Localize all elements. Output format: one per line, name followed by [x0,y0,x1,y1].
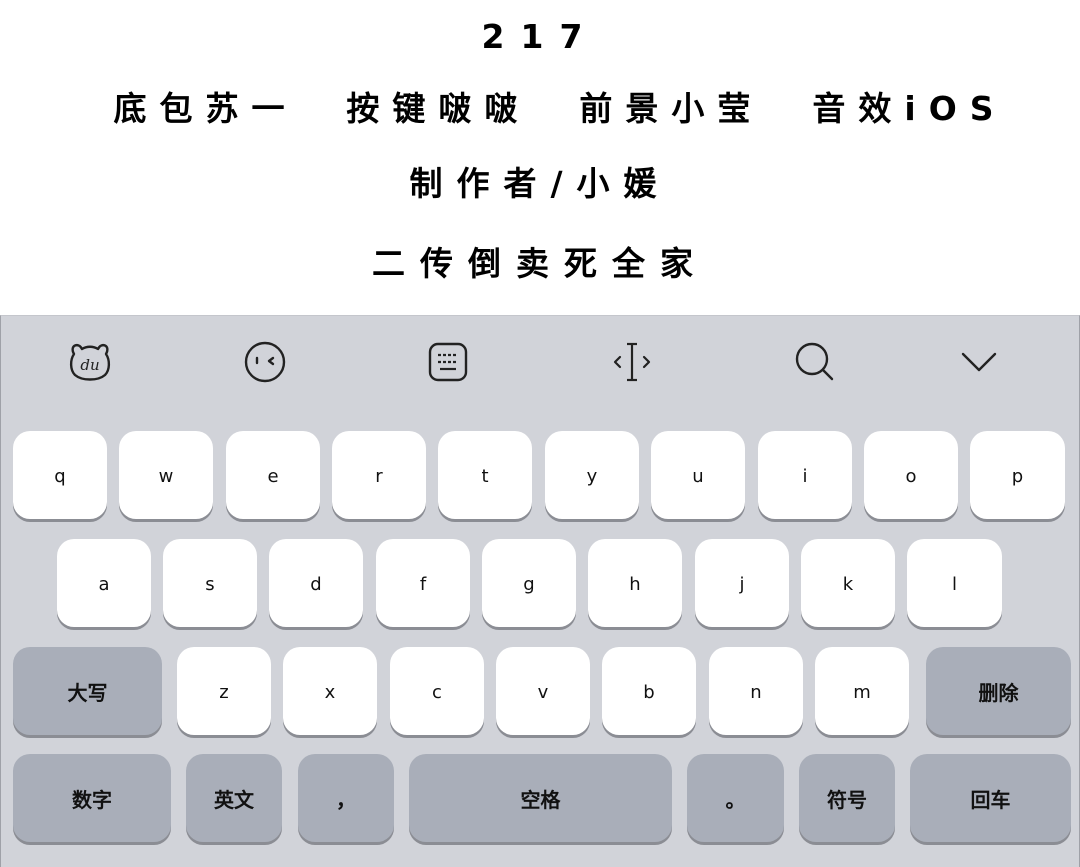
period-key[interactable]: 。 [687,754,784,842]
key-i[interactable]: i [758,431,852,519]
key-m[interactable]: m [815,647,909,735]
cursor-move-icon[interactable] [604,334,660,390]
numbers-key[interactable]: 数字 [13,754,171,842]
key-o[interactable]: o [864,431,958,519]
symbols-key[interactable]: 符号 [799,754,895,842]
enter-key[interactable]: 回车 [910,754,1071,842]
emoji-face-icon[interactable] [237,334,293,390]
key-c[interactable]: c [390,647,484,735]
keyboard: du q w e r t y u i o p a s d f g h j k l… [0,315,1080,867]
search-icon[interactable] [787,334,843,390]
key-k[interactable]: k [801,539,895,627]
keyboard-layout-icon[interactable] [420,334,476,390]
space-key[interactable]: 空格 [409,754,672,842]
delete-key[interactable]: 删除 [926,647,1071,735]
key-r[interactable]: r [332,431,426,519]
key-s[interactable]: s [163,539,257,627]
key-b[interactable]: b [602,647,696,735]
key-h[interactable]: h [588,539,682,627]
author-line: 制作者/小媛 [409,164,671,203]
key-j[interactable]: j [695,539,789,627]
keyboard-toolbar: du [1,316,1079,411]
number-title: 217 [481,17,599,56]
baidu-bear-icon[interactable]: du [62,334,118,390]
comma-key[interactable]: ， [298,754,394,842]
key-f[interactable]: f [376,539,470,627]
key-g[interactable]: g [482,539,576,627]
key-a[interactable]: a [57,539,151,627]
key-p[interactable]: p [970,431,1065,519]
key-u[interactable]: u [651,431,745,519]
key-v[interactable]: v [496,647,590,735]
key-w[interactable]: w [119,431,213,519]
bear-du-text: du [80,356,99,374]
key-z[interactable]: z [177,647,271,735]
credits-line: 底包苏一 按键啵啵 前景小莹 音效iOS [113,89,1007,128]
key-y[interactable]: y [545,431,639,519]
key-l[interactable]: l [907,539,1002,627]
key-q[interactable]: q [13,431,107,519]
key-d[interactable]: d [269,539,363,627]
key-t[interactable]: t [438,431,532,519]
key-x[interactable]: x [283,647,377,735]
key-e[interactable]: e [226,431,320,519]
shift-key[interactable]: 大写 [13,647,162,735]
key-n[interactable]: n [709,647,803,735]
english-key[interactable]: 英文 [186,754,282,842]
warning-line: 二传倒卖死全家 [372,244,708,283]
collapse-chevron-icon[interactable] [951,334,1007,390]
